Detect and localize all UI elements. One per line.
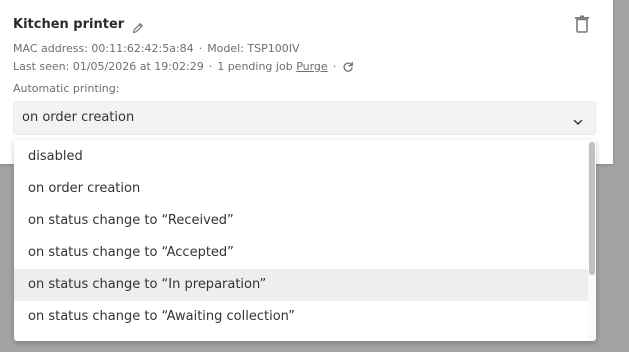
printer-name: Kitchen printer [13, 17, 125, 32]
dropdown-scrollbar-thumb[interactable] [589, 142, 595, 275]
option-status-in-preparation[interactable]: on status change to “In preparation” [14, 269, 588, 301]
automatic-printing-dropdown: disabled on order creation on status cha… [14, 140, 596, 341]
pending-jobs: 1 pending job [217, 60, 293, 73]
option-status-awaiting-collection[interactable]: on status change to “Awaiting collection… [14, 301, 588, 333]
mac-address: MAC address: 00:11:62:42:5a:84 [13, 42, 194, 55]
selected-value: on order creation [22, 110, 135, 125]
printer-details: MAC address: 00:11:62:42:5a:84 · Model: TS… [13, 42, 300, 56]
automatic-printing-select[interactable]: on order creation [13, 101, 596, 135]
separator: · [332, 60, 337, 73]
option-disabled[interactable]: disabled [14, 141, 588, 173]
option-on-order-creation[interactable]: on order creation [14, 173, 588, 205]
chevron-down-icon [572, 113, 584, 125]
option-status-received[interactable]: on status change to “Received” [14, 205, 588, 237]
separator: · [208, 60, 213, 73]
separator: · [198, 42, 203, 55]
pencil-icon[interactable] [132, 19, 144, 34]
trash-icon[interactable] [574, 15, 590, 33]
printer-title-row: Kitchen printer [13, 15, 144, 35]
purge-link[interactable]: Purge [296, 60, 328, 74]
option-status-accepted[interactable]: on status change to “Accepted” [14, 237, 588, 269]
printer-model: Model: TSP100IV [207, 42, 300, 55]
printer-status: Last seen: 01/05/2026 at 19:02:29 · 1 pend… [13, 60, 354, 74]
last-seen: Last seen: 01/05/2026 at 19:02:29 [13, 60, 204, 73]
refresh-icon[interactable] [342, 61, 354, 73]
automatic-printing-label: Automatic printing: [13, 82, 120, 95]
